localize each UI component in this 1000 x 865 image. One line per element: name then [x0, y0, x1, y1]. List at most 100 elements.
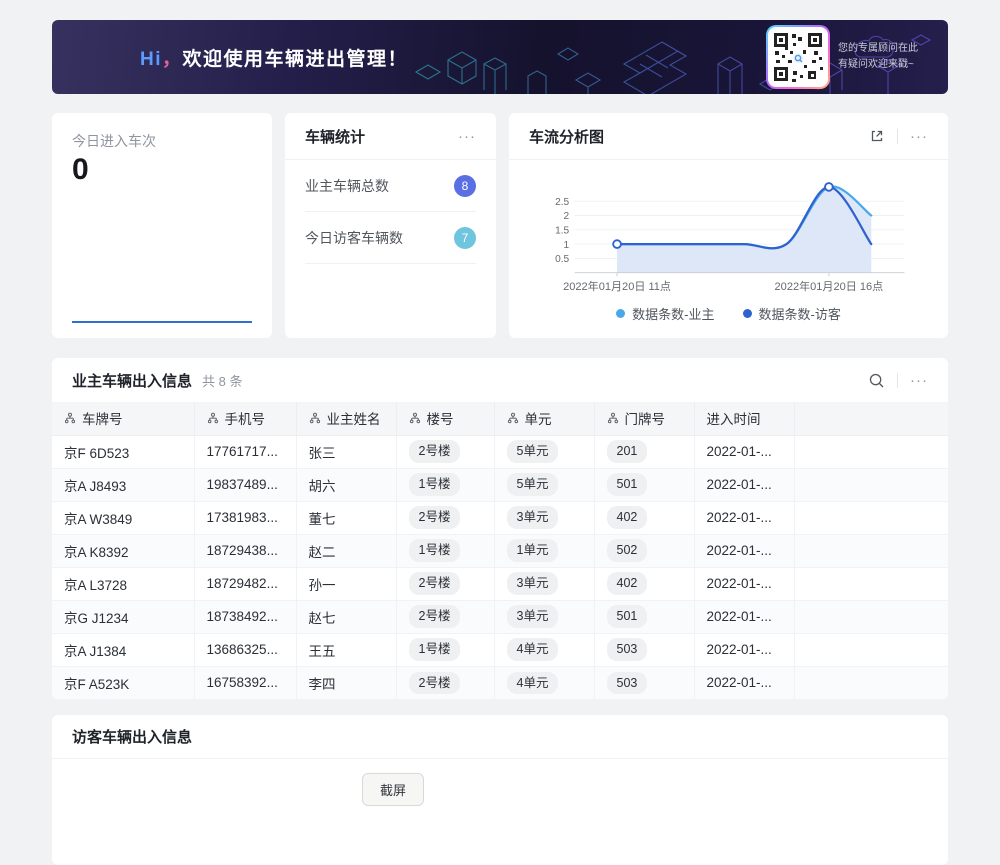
visitor-table-title: 访客车辆出入信息 — [72, 726, 192, 747]
phone-cell: 16758392... — [194, 666, 296, 699]
column-header-label: 业主姓名 — [327, 408, 381, 428]
qr-code — [768, 27, 828, 87]
more-icon[interactable]: ··· — [458, 129, 476, 144]
column-header-车牌号[interactable]: 车牌号 — [52, 402, 194, 435]
legend-dot-icon — [616, 309, 625, 318]
owner-name-cell: 王五 — [296, 633, 396, 666]
phone-cell: 18729438... — [194, 534, 296, 567]
visitor-vehicles-card: 访客车辆出入信息 截屏 — [52, 715, 948, 865]
column-header-label: 楼号 — [427, 408, 454, 428]
tag-pill: 501 — [607, 605, 648, 627]
door-cell: 503 — [594, 666, 694, 699]
more-icon[interactable]: ··· — [910, 129, 928, 144]
qr-caption-line1: 您的专属顾问在此 — [838, 41, 932, 57]
owner-table-body: 京F 6D52317761717...张三2号楼5单元2012022-01-..… — [52, 435, 948, 699]
table-row[interactable]: 京A J849319837489...胡六1号楼5单元5012022-01-..… — [52, 468, 948, 501]
legend-item[interactable]: 数据条数-访客 — [743, 304, 841, 323]
table-row[interactable]: 京G J123418738492...赵七2号楼3单元5012022-01-..… — [52, 600, 948, 633]
owner-table-title: 业主车辆出入信息 — [72, 370, 192, 391]
owner-name-cell: 赵七 — [296, 600, 396, 633]
field-type-icon — [607, 412, 619, 424]
owner-name-cell: 董七 — [296, 501, 396, 534]
owner-name-cell: 张三 — [296, 435, 396, 468]
vehicle-stat-badge: 7 — [454, 227, 476, 249]
tag-pill: 3单元 — [507, 572, 559, 594]
column-header-inner: 手机号 — [207, 408, 284, 428]
owner-name-cell: 赵二 — [296, 534, 396, 567]
table-row[interactable]: 京A W384917381983...董七2号楼3单元4022022-01-..… — [52, 501, 948, 534]
table-row[interactable]: 京F A523K16758392...李四2号楼4单元5032022-01-..… — [52, 666, 948, 699]
owner-name-cell: 李四 — [296, 666, 396, 699]
table-row[interactable]: 京F 6D52317761717...张三2号楼5单元2012022-01-..… — [52, 435, 948, 468]
traffic-chart-header-actions: ··· — [869, 128, 928, 144]
tag-pill: 3单元 — [507, 506, 559, 528]
column-header-inner: 楼号 — [409, 408, 482, 428]
tag-pill: 4单元 — [507, 638, 559, 660]
tag-pill: 201 — [607, 440, 648, 462]
x-tick-label: 2022年01月20日 11点 — [563, 279, 671, 293]
plate-cell: 京F 6D523 — [52, 435, 194, 468]
column-header-label: 进入时间 — [707, 408, 761, 428]
tag-pill: 2号楼 — [409, 572, 461, 594]
column-header-楼号[interactable]: 楼号 — [396, 402, 494, 435]
y-tick-label: 2 — [564, 211, 570, 222]
tag-pill: 503 — [607, 672, 648, 694]
vehicle-stat-row: 业主车辆总数8 — [305, 160, 476, 212]
entry-time-cell: 2022-01-... — [694, 435, 794, 468]
column-header-手机号[interactable]: 手机号 — [194, 402, 296, 435]
plate-cell: 京F A523K — [52, 666, 194, 699]
today-entries-label: 今日进入车次 — [72, 131, 252, 151]
banner-greeting-text: 欢迎使用车辆进出管理！ — [183, 49, 409, 70]
table-row[interactable]: 京A L372818729482...孙一2号楼3单元4022022-01-..… — [52, 567, 948, 600]
table-row[interactable]: 京A J138413686325...王五1号楼4单元5032022-01-..… — [52, 633, 948, 666]
owner-vehicles-card: 业主车辆出入信息 共 8 条 ··· 车牌号 手机号 业主姓名 楼号 单元门牌号进入时间… — [52, 358, 948, 699]
y-tick-label: 0.5 — [555, 254, 569, 265]
column-header-inner: 单元 — [507, 408, 582, 428]
vehicle-stat-badge: 8 — [454, 175, 476, 197]
legend-label: 数据条数-访客 — [759, 304, 841, 323]
vehicle-stats-card: 车辆统计 ··· 业主车辆总数8今日访客车辆数7 — [285, 113, 496, 338]
empty-cell — [794, 435, 948, 468]
legend-dot-icon — [743, 309, 752, 318]
unit-cell: 5单元 — [494, 435, 594, 468]
search-icon[interactable] — [868, 372, 885, 389]
owner-table-count: 共 8 条 — [202, 371, 242, 390]
column-header-label: 车牌号 — [82, 408, 123, 428]
more-icon[interactable]: ··· — [910, 373, 928, 388]
y-tick-label: 1.5 — [555, 225, 569, 236]
column-header-门牌号[interactable]: 门牌号 — [594, 402, 694, 435]
phone-cell: 13686325... — [194, 633, 296, 666]
y-tick-label: 1 — [564, 240, 570, 251]
tag-pill: 402 — [607, 506, 648, 528]
welcome-banner: Hi，欢迎使用车辆进出管理！ — [52, 20, 948, 94]
today-entries-sparkline — [72, 321, 252, 323]
building-cell: 2号楼 — [396, 435, 494, 468]
entry-time-cell: 2022-01-... — [694, 633, 794, 666]
legend-item[interactable]: 数据条数-业主 — [616, 304, 714, 323]
plate-cell: 京A J8493 — [52, 468, 194, 501]
traffic-chart-title: 车流分析图 — [529, 126, 604, 147]
screenshot-button[interactable]: 截屏 — [362, 773, 424, 806]
phone-cell: 17381983... — [194, 501, 296, 534]
table-row[interactable]: 京A K839218729438...赵二1号楼1单元5022022-01-..… — [52, 534, 948, 567]
column-header-单元[interactable]: 单元 — [494, 402, 594, 435]
empty-cell — [794, 534, 948, 567]
chart-legend: 数据条数-业主 数据条数-访客 — [509, 304, 948, 331]
unit-cell: 4单元 — [494, 633, 594, 666]
empty-cell — [794, 666, 948, 699]
today-entries-value: 0 — [72, 153, 252, 187]
building-cell: 2号楼 — [396, 600, 494, 633]
owner-table-actions: ··· — [868, 372, 928, 389]
unit-cell: 4单元 — [494, 666, 594, 699]
header-divider — [897, 129, 898, 144]
tag-pill: 1号楼 — [409, 539, 461, 561]
column-header-业主姓名[interactable]: 业主姓名 — [296, 402, 396, 435]
owner-name-cell: 孙一 — [296, 567, 396, 600]
open-in-new-icon[interactable] — [869, 128, 885, 144]
vehicle-stat-label: 今日访客车辆数 — [305, 228, 403, 248]
column-header-进入时间[interactable]: 进入时间 — [694, 402, 794, 435]
traffic-chart-card: 车流分析图 ··· 0.511.522.52022年01月20日 11点2022… — [509, 113, 948, 338]
plate-cell: 京A W3849 — [52, 501, 194, 534]
empty-cell — [794, 501, 948, 534]
tag-pill: 1单元 — [507, 539, 559, 561]
